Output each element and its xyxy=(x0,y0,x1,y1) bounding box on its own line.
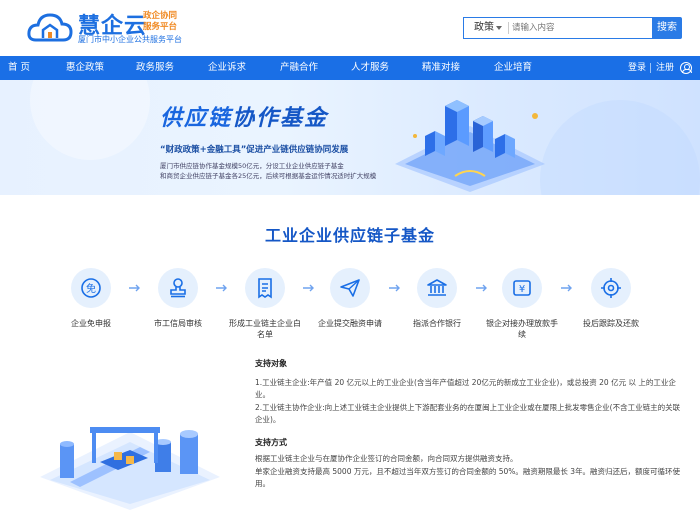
main-nav: 首 页 惠企政策 政务服务 企业诉求 产融合作 人才服务 精准对接 企业培育 登… xyxy=(0,56,700,80)
nav-divider xyxy=(650,63,651,73)
support-target-item-2: 2.工业链主协作企业:向上述工业链主企业提供上下游配套业务的在厦闽上工业企业或在… xyxy=(255,402,681,425)
step-icon-circle: ¥ xyxy=(502,268,542,308)
search-button[interactable]: 搜索 xyxy=(652,17,682,39)
brand-tagline: 政企协同 服务平台 xyxy=(143,11,177,33)
support-content: 支持对象 1.工业链主企业:年产值 20 亿元以上的工业企业(含当年产值超过 2… xyxy=(255,358,685,491)
support-method-heading: 支持方式 xyxy=(255,437,287,447)
exempt-icon: 免 xyxy=(81,278,101,298)
step-assign-bank: 指派合作银行 xyxy=(399,268,475,344)
stamp-icon xyxy=(170,278,186,298)
nav-item-talent[interactable]: 人才服务 xyxy=(351,56,389,80)
factory-illustration xyxy=(40,427,220,510)
brand-description: 厦门市中小企业公共服务平台 xyxy=(78,35,182,44)
search-category-label: 政策 xyxy=(474,22,494,33)
chevron-down-icon xyxy=(496,26,502,30)
site-header: 慧企云 政企协同 服务平台 厦门市中小企业公共服务平台 政策 搜索 xyxy=(0,0,700,56)
isometric-city-illustration xyxy=(395,100,545,192)
nav-item-matching[interactable]: 精准对接 xyxy=(422,56,460,80)
bank-icon xyxy=(427,279,447,296)
banner-title-part1: 供应链 xyxy=(160,106,233,131)
step-label: 企业免申报 xyxy=(71,319,111,328)
step-icon-circle xyxy=(591,268,631,308)
step-submit-application: 企业提交融资申请 xyxy=(312,268,388,344)
login-link[interactable]: 登录 xyxy=(628,56,646,80)
svg-text:¥: ¥ xyxy=(519,284,525,295)
search-category-select[interactable]: 政策 xyxy=(464,18,508,38)
cloud-house-logo-icon[interactable] xyxy=(26,8,74,48)
step-review: 市工信局审核 xyxy=(140,268,216,344)
section-title: 工业企业供应链子基金 xyxy=(264,226,435,245)
step-label: 指派合作银行 xyxy=(413,319,461,328)
arrow-right-icon xyxy=(561,284,572,292)
nav-item-policies[interactable]: 惠企政策 xyxy=(66,56,104,80)
step-loan-processing: ¥ 银企对接办理放款手续 xyxy=(484,268,560,344)
search-divider xyxy=(508,22,509,34)
support-target-heading: 支持对象 xyxy=(255,359,287,368)
step-icon-circle xyxy=(245,268,285,308)
step-label: 企业提交融资申请 xyxy=(318,319,382,328)
nav-item-gov-services[interactable]: 政务服务 xyxy=(136,56,174,80)
step-label: 市工信局审核 xyxy=(154,319,202,328)
support-method-item-2: 单家企业融资支持最高 5000 万元，且不超过当年双方签订的合同金额的 50%。… xyxy=(255,466,681,489)
paper-plane-icon xyxy=(340,279,360,297)
support-method-item-1: 根据工业链主企业与在厦协作企业签订的合同金额，向合同双方提供融资支持。 xyxy=(255,454,518,463)
banner-title-part2: 协作基金 xyxy=(232,106,329,131)
register-link[interactable]: 注册 xyxy=(656,56,674,80)
banner-title: 供应链协作基金 xyxy=(160,100,328,132)
step-icon-circle xyxy=(417,268,457,308)
support-target-item-1: 1.工业链主企业:年产值 20 亿元以上的工业企业(含当年产值超过 20亿元的新… xyxy=(255,377,676,400)
banner-slogan: “财政政策+金融工具”促进产业链供应链协同发展 xyxy=(160,145,349,155)
step-whitelist: 形成工业链主企业白名单 xyxy=(227,268,303,344)
step-exempt-application: 免 企业免申报 xyxy=(53,268,129,344)
svg-text:免: 免 xyxy=(86,282,96,295)
user-icon[interactable] xyxy=(680,62,692,74)
step-post-investment: 投后跟踪及还款 xyxy=(573,268,649,344)
document-list-icon xyxy=(258,278,272,299)
brand-tagline-1: 政企协同 xyxy=(143,11,178,21)
target-icon xyxy=(601,278,621,298)
nav-item-cultivation[interactable]: 企业培育 xyxy=(494,56,532,80)
nav-item-appeals[interactable]: 企业诉求 xyxy=(208,56,246,80)
step-label: 形成工业链主企业白名单 xyxy=(229,319,301,339)
search-box: 政策 xyxy=(463,17,653,39)
money-icon: ¥ xyxy=(513,280,531,296)
step-icon-circle xyxy=(330,268,370,308)
nav-item-home[interactable]: 首 页 xyxy=(8,56,30,80)
step-label: 银企对接办理放款手续 xyxy=(486,319,558,339)
step-label: 投后跟踪及还款 xyxy=(583,319,639,328)
search-bar: 政策 搜索 xyxy=(463,17,682,39)
search-input[interactable] xyxy=(512,19,650,37)
step-icon-circle xyxy=(158,268,198,308)
step-icon-circle: 免 xyxy=(71,268,111,308)
hero-banner: 供应链协作基金 “财政政策+金融工具”促进产业链供应链协同发展 厦门市供应链协作… xyxy=(0,80,700,195)
nav-item-industry-finance[interactable]: 产融合作 xyxy=(280,56,318,80)
banner-text-line-2: 和商贸企业供应链子基金各25亿元，后续可根据基金运作情况适时扩大规模 xyxy=(160,172,377,180)
brand-tagline-2: 服务平台 xyxy=(143,22,178,32)
banner-text-line-1: 厦门市供应链协作基金规模50亿元，分设工业企业供应链子基金 xyxy=(160,162,344,170)
